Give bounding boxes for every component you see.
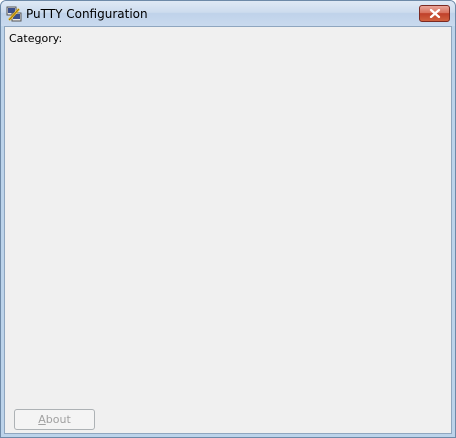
category-label: Category: [9, 32, 63, 45]
dialog-body: Category: About [4, 26, 452, 434]
close-button[interactable] [419, 5, 450, 22]
window-title: PuTTY Configuration [26, 7, 148, 21]
putty-configuration-window: PuTTY Configuration Category: About [0, 0, 456, 438]
about-button[interactable]: About [14, 409, 95, 430]
putty-app-icon[interactable] [6, 6, 22, 22]
close-icon [429, 9, 441, 18]
title-bar[interactable]: PuTTY Configuration [1, 1, 455, 26]
